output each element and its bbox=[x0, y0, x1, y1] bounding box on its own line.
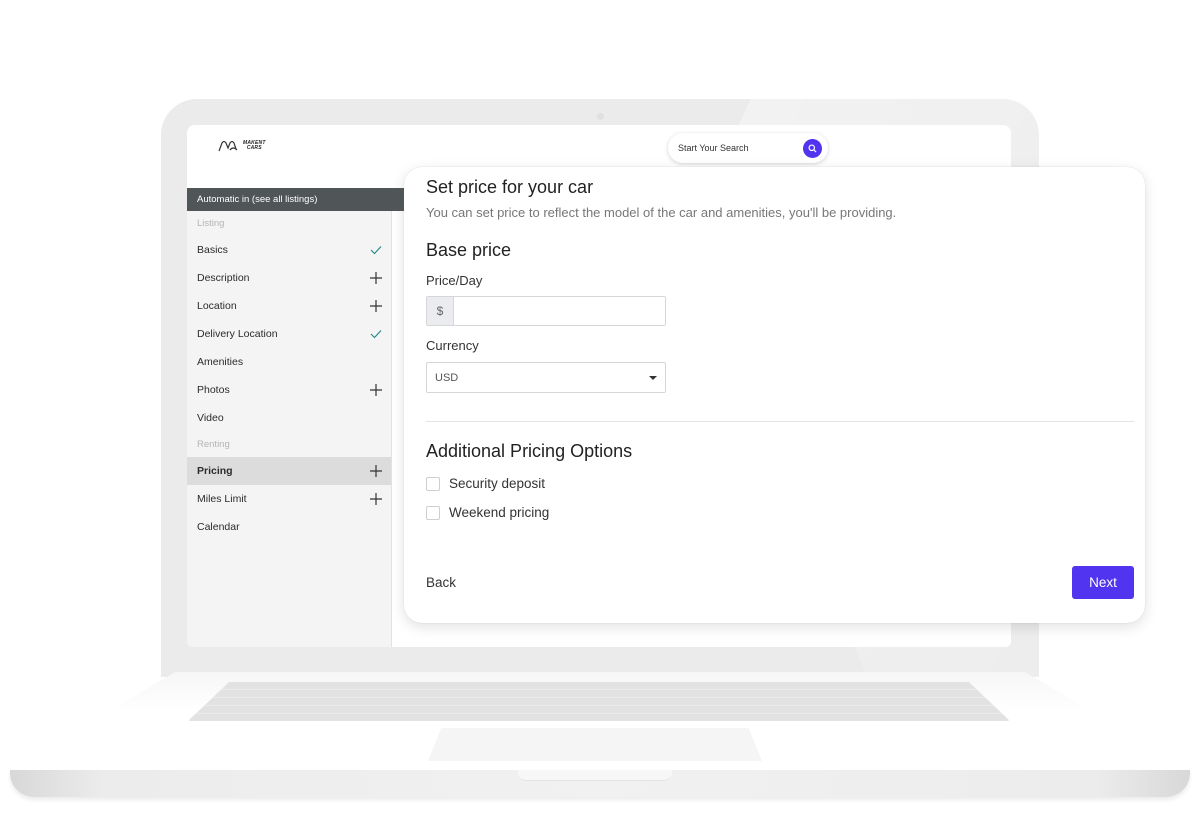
next-button[interactable]: Next bbox=[1072, 566, 1134, 599]
logo-text: MAKENT CARS bbox=[243, 141, 266, 151]
sidebar-item-label: Delivery Location bbox=[197, 328, 278, 340]
security-deposit-label: Security deposit bbox=[449, 476, 546, 491]
sidebar-item-location[interactable]: Location bbox=[187, 292, 391, 320]
caret-down-icon bbox=[649, 375, 657, 380]
plus-icon bbox=[369, 271, 383, 285]
keyboard bbox=[188, 682, 1010, 721]
security-deposit-option[interactable]: Security deposit bbox=[426, 476, 1134, 491]
sidebar-item-label: Video bbox=[197, 412, 224, 424]
sidebar-header[interactable]: Automatic in (see all listings) bbox=[187, 188, 404, 211]
plus-icon bbox=[369, 299, 383, 313]
price-per-day-label: Price/Day bbox=[426, 273, 483, 288]
pricing-card: Set price for your car You can set price… bbox=[404, 167, 1145, 623]
sidebar-item-video[interactable]: Video bbox=[187, 404, 391, 432]
sidebar-item-pricing[interactable]: Pricing bbox=[187, 457, 391, 485]
sidebar-item-label: Location bbox=[197, 300, 237, 312]
base-price-heading: Base price bbox=[426, 240, 512, 260]
sidebar-item-description[interactable]: Description bbox=[187, 264, 391, 292]
laptop-base bbox=[10, 672, 1190, 797]
section-divider bbox=[426, 421, 1134, 422]
logo[interactable]: MAKENT CARS bbox=[218, 139, 266, 153]
card-subtitle: You can set price to reflect the model o… bbox=[426, 205, 897, 220]
currency-symbol: $ bbox=[427, 297, 454, 325]
card-title: Set price for your car bbox=[426, 177, 594, 197]
back-button[interactable]: Back bbox=[426, 575, 456, 590]
weekend-pricing-option[interactable]: Weekend pricing bbox=[426, 505, 1134, 520]
sidebar: Automatic in (see all listings) Listing … bbox=[187, 188, 404, 647]
currency-label: Currency bbox=[426, 338, 479, 353]
plus-icon bbox=[369, 464, 383, 478]
currency-selected-value: USD bbox=[435, 371, 459, 384]
sidebar-item-label: Basics bbox=[197, 244, 228, 256]
sidebar-item-label: Calendar bbox=[197, 521, 240, 533]
security-deposit-checkbox[interactable] bbox=[426, 476, 440, 491]
trackpad bbox=[428, 728, 762, 761]
check-icon bbox=[369, 243, 383, 257]
search-bar[interactable]: Start Your Search bbox=[668, 133, 828, 163]
sidebar-item-basics[interactable]: Basics bbox=[187, 236, 391, 264]
sidebar-item-delivery-location[interactable]: Delivery Location bbox=[187, 320, 391, 348]
search-icon bbox=[808, 143, 817, 153]
check-icon bbox=[369, 327, 383, 341]
sidebar-item-label: Description bbox=[197, 272, 250, 284]
additional-pricing-heading: Additional Pricing Options bbox=[426, 441, 633, 461]
sidebar-section-listing: Listing bbox=[197, 218, 225, 229]
plus-icon bbox=[369, 383, 383, 397]
sidebar-item-label: Amenities bbox=[197, 356, 244, 368]
laptop-camera bbox=[597, 113, 604, 120]
sidebar-item-label: Photos bbox=[197, 384, 230, 396]
sidebar-item-amenities[interactable]: Amenities bbox=[187, 348, 391, 376]
logo-mark-icon bbox=[218, 140, 238, 152]
plus-icon bbox=[369, 492, 383, 506]
sidebar-item-photos[interactable]: Photos bbox=[187, 376, 391, 404]
logo-line2: CARS bbox=[246, 145, 262, 151]
laptop-notch bbox=[518, 770, 672, 781]
sidebar-item-label: Miles Limit bbox=[197, 493, 247, 505]
sidebar-item-miles-limit[interactable]: Miles Limit bbox=[187, 485, 391, 513]
card-footer: Back Next bbox=[426, 566, 1134, 599]
price-per-day-input[interactable] bbox=[454, 297, 665, 325]
sidebar-section-renting: Renting bbox=[197, 439, 230, 450]
currency-select[interactable]: USD bbox=[426, 362, 666, 393]
search-input[interactable]: Start Your Search bbox=[678, 143, 803, 153]
price-input-group: $ bbox=[426, 296, 666, 326]
sidebar-item-calendar[interactable]: Calendar bbox=[187, 513, 391, 541]
sidebar-item-label: Pricing bbox=[197, 465, 233, 477]
weekend-pricing-checkbox[interactable] bbox=[426, 505, 440, 520]
search-button[interactable] bbox=[803, 138, 822, 158]
weekend-pricing-label: Weekend pricing bbox=[449, 505, 550, 520]
